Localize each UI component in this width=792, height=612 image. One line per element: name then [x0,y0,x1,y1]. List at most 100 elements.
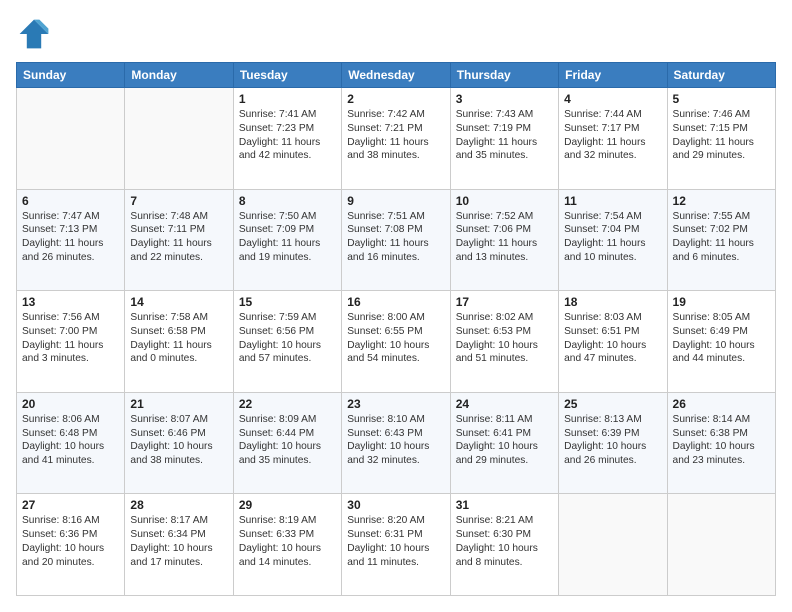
page: SundayMondayTuesdayWednesdayThursdayFrid… [0,0,792,612]
calendar-day-cell: 30Sunrise: 8:20 AMSunset: 6:31 PMDayligh… [342,494,450,596]
calendar-week-row: 20 Sunrise: 8:06 AMSunset: 6:48 PMDayligh… [17,392,776,494]
calendar-day-cell: 20 Sunrise: 8:06 AMSunset: 6:48 PMDayligh… [17,392,125,494]
logo [16,16,56,52]
day-info: Sunrise: 8:05 AMSunset: 6:49 PMDaylight:… [673,311,770,366]
calendar-day-cell: 18 Sunrise: 8:03 AMSunset: 6:51 PMDayligh… [559,291,667,393]
day-info: Sunrise: 7:50 AMSunset: 7:09 PMDaylight:… [239,210,336,265]
calendar-week-row: 6 Sunrise: 7:47 AMSunset: 7:13 PMDaylight… [17,189,776,291]
calendar-day-cell: 1 Sunrise: 7:41 AMSunset: 7:23 PMDaylight… [233,88,341,190]
day-number: 31 [456,498,553,512]
day-number: 7 [130,194,227,208]
day-number: 2 [347,92,444,106]
day-info: Sunrise: 7:46 AMSunset: 7:15 PMDaylight:… [673,108,770,163]
day-number: 17 [456,295,553,309]
day-number: 13 [22,295,119,309]
day-number: 4 [564,92,661,106]
calendar-day-cell [125,88,233,190]
calendar-week-row: 27 Sunrise: 8:16 AMSunset: 6:36 PMDayligh… [17,494,776,596]
day-info: Sunrise: 7:58 AMSunset: 6:58 PMDaylight:… [130,311,227,366]
calendar-day-cell: 9 Sunrise: 7:51 AMSunset: 7:08 PMDaylight… [342,189,450,291]
calendar-day-cell: 23 Sunrise: 8:10 AMSunset: 6:43 PMDayligh… [342,392,450,494]
day-number: 19 [673,295,770,309]
weekday-header-thursday: Thursday [450,63,558,88]
calendar-day-cell: 27 Sunrise: 8:16 AMSunset: 6:36 PMDayligh… [17,494,125,596]
calendar-day-cell: 5 Sunrise: 7:46 AMSunset: 7:15 PMDaylight… [667,88,775,190]
calendar-day-cell: 8 Sunrise: 7:50 AMSunset: 7:09 PMDaylight… [233,189,341,291]
day-info: Sunrise: 8:16 AMSunset: 6:36 PMDaylight:… [22,514,119,569]
day-info: Sunrise: 7:51 AMSunset: 7:08 PMDaylight:… [347,210,444,265]
calendar-week-row: 1 Sunrise: 7:41 AMSunset: 7:23 PMDaylight… [17,88,776,190]
calendar-day-cell [667,494,775,596]
weekday-header-wednesday: Wednesday [342,63,450,88]
day-info: Sunrise: 7:55 AMSunset: 7:02 PMDaylight:… [673,210,770,265]
day-info: Sunrise: 8:02 AMSunset: 6:53 PMDaylight:… [456,311,553,366]
calendar-day-cell: 19 Sunrise: 8:05 AMSunset: 6:49 PMDayligh… [667,291,775,393]
day-info: Sunrise: 7:59 AMSunset: 6:56 PMDaylight:… [239,311,336,366]
day-info: Sunrise: 8:21 AMSunset: 6:30 PMDaylight:… [456,514,553,569]
day-info: Sunrise: 8:11 AMSunset: 6:41 PMDaylight:… [456,413,553,468]
calendar-day-cell: 24 Sunrise: 8:11 AMSunset: 6:41 PMDayligh… [450,392,558,494]
day-info: Sunrise: 8:13 AMSunset: 6:39 PMDaylight:… [564,413,661,468]
day-number: 21 [130,397,227,411]
logo-icon [16,16,52,52]
day-info: Sunrise: 7:41 AMSunset: 7:23 PMDaylight:… [239,108,336,163]
day-info: Sunrise: 8:03 AMSunset: 6:51 PMDaylight:… [564,311,661,366]
day-number: 12 [673,194,770,208]
weekday-header-monday: Monday [125,63,233,88]
day-info: Sunrise: 7:52 AMSunset: 7:06 PMDaylight:… [456,210,553,265]
day-number: 6 [22,194,119,208]
day-number: 28 [130,498,227,512]
day-info: Sunrise: 7:56 AMSunset: 7:00 PMDaylight:… [22,311,119,366]
day-info: Sunrise: 7:44 AMSunset: 7:17 PMDaylight:… [564,108,661,163]
calendar-day-cell: 22 Sunrise: 8:09 AMSunset: 6:44 PMDayligh… [233,392,341,494]
day-number: 22 [239,397,336,411]
calendar-day-cell: 4 Sunrise: 7:44 AMSunset: 7:17 PMDaylight… [559,88,667,190]
calendar-day-cell: 31 Sunrise: 8:21 AMSunset: 6:30 PMDayligh… [450,494,558,596]
day-info: Sunrise: 7:48 AMSunset: 7:11 PMDaylight:… [130,210,227,265]
day-info: Sunrise: 8:17 AMSunset: 6:34 PMDaylight:… [130,514,227,569]
day-info: Sunrise: 8:00 AMSunset: 6:55 PMDaylight:… [347,311,444,366]
calendar-day-cell: 25Sunrise: 8:13 AMSunset: 6:39 PMDayligh… [559,392,667,494]
day-number: 3 [456,92,553,106]
day-number: 24 [456,397,553,411]
day-number: 8 [239,194,336,208]
weekday-header-tuesday: Tuesday [233,63,341,88]
day-number: 16 [347,295,444,309]
day-info: Sunrise: 7:54 AMSunset: 7:04 PMDaylight:… [564,210,661,265]
calendar-day-cell: 28 Sunrise: 8:17 AMSunset: 6:34 PMDayligh… [125,494,233,596]
day-number: 10 [456,194,553,208]
day-number: 20 [22,397,119,411]
day-info: Sunrise: 8:07 AMSunset: 6:46 PMDaylight:… [130,413,227,468]
day-info: Sunrise: 7:42 AMSunset: 7:21 PMDaylight:… [347,108,444,163]
calendar-day-cell: 26 Sunrise: 8:14 AMSunset: 6:38 PMDayligh… [667,392,775,494]
day-number: 14 [130,295,227,309]
calendar-day-cell: 7 Sunrise: 7:48 AMSunset: 7:11 PMDaylight… [125,189,233,291]
day-number: 11 [564,194,661,208]
day-info: Sunrise: 8:14 AMSunset: 6:38 PMDaylight:… [673,413,770,468]
day-number: 23 [347,397,444,411]
day-number: 30 [347,498,444,512]
day-number: 26 [673,397,770,411]
calendar-day-cell: 3 Sunrise: 7:43 AMSunset: 7:19 PMDaylight… [450,88,558,190]
calendar-day-cell: 2 Sunrise: 7:42 AMSunset: 7:21 PMDaylight… [342,88,450,190]
day-number: 1 [239,92,336,106]
day-info: Sunrise: 8:10 AMSunset: 6:43 PMDaylight:… [347,413,444,468]
calendar-day-cell: 14 Sunrise: 7:58 AMSunset: 6:58 PMDayligh… [125,291,233,393]
day-info: Sunrise: 7:47 AMSunset: 7:13 PMDaylight:… [22,210,119,265]
day-info: Sunrise: 8:09 AMSunset: 6:44 PMDaylight:… [239,413,336,468]
day-number: 5 [673,92,770,106]
day-number: 27 [22,498,119,512]
calendar-day-cell: 21 Sunrise: 8:07 AMSunset: 6:46 PMDayligh… [125,392,233,494]
calendar-day-cell: 13 Sunrise: 7:56 AMSunset: 7:00 PMDayligh… [17,291,125,393]
day-number: 18 [564,295,661,309]
calendar-day-cell: 12 Sunrise: 7:55 AMSunset: 7:02 PMDayligh… [667,189,775,291]
day-number: 9 [347,194,444,208]
weekday-header-friday: Friday [559,63,667,88]
calendar-week-row: 13 Sunrise: 7:56 AMSunset: 7:00 PMDayligh… [17,291,776,393]
calendar-day-cell: 16 Sunrise: 8:00 AMSunset: 6:55 PMDayligh… [342,291,450,393]
day-info: Sunrise: 7:43 AMSunset: 7:19 PMDaylight:… [456,108,553,163]
calendar-day-cell: 29Sunrise: 8:19 AMSunset: 6:33 PMDayligh… [233,494,341,596]
weekday-header-sunday: Sunday [17,63,125,88]
calendar-day-cell [559,494,667,596]
day-info: Sunrise: 8:06 AMSunset: 6:48 PMDaylight:… [22,413,119,468]
